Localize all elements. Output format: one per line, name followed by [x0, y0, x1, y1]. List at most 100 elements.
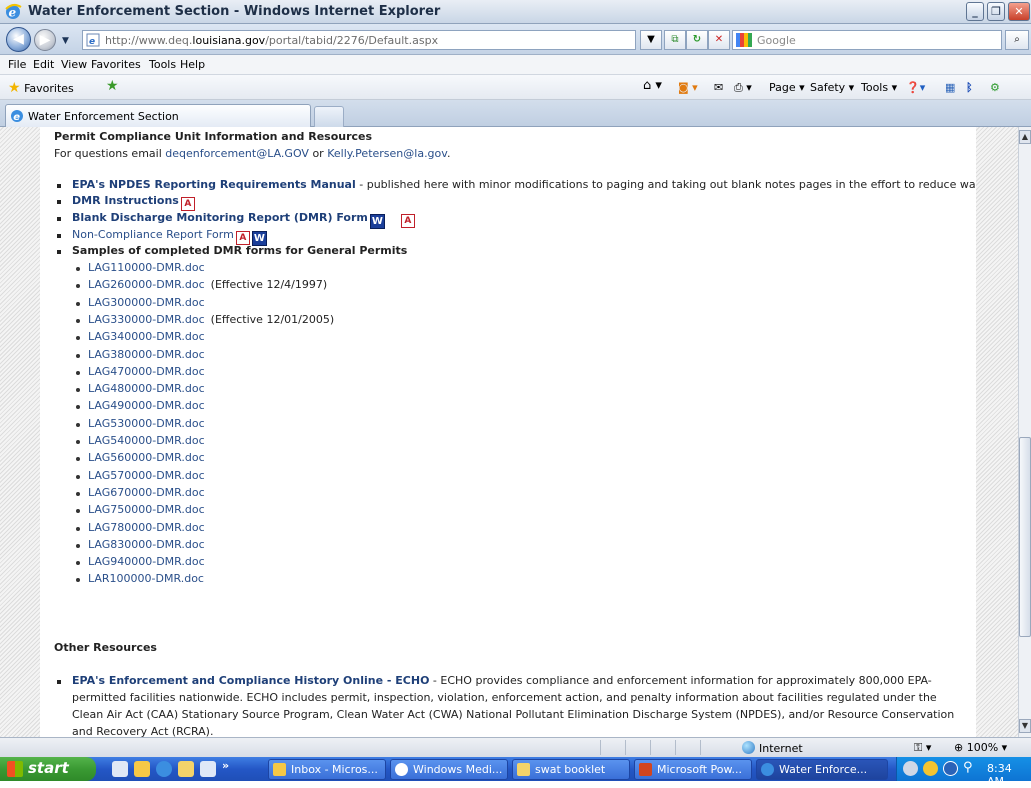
pdf-icon[interactable]: A [235, 231, 250, 245]
tray-icon[interactable] [903, 761, 918, 776]
sample-dmr-link[interactable]: LAG830000-DMR.doc [88, 538, 205, 551]
menu-help[interactable]: Help [180, 58, 205, 71]
bullet-dot [76, 388, 80, 393]
menu-view[interactable]: View [61, 58, 87, 71]
add-favorites-icon[interactable]: ★ [106, 78, 119, 94]
bullet [57, 680, 61, 684]
sample-dmr-link[interactable]: LAG340000-DMR.doc [88, 330, 205, 343]
taskbar-button-swat[interactable]: swat booklet [512, 759, 630, 780]
sample-dmr-link[interactable]: LAG570000-DMR.doc [88, 469, 205, 482]
tray-search-icon[interactable]: ⚲ [963, 760, 973, 775]
tab-water-enforcement[interactable]: e Water Enforcement Section [5, 104, 311, 127]
forward-button[interactable]: ▶ [34, 29, 56, 51]
sample-dmr-link[interactable]: LAG490000-DMR.doc [88, 399, 205, 412]
sample-dmr-link[interactable]: LAG110000-DMR.doc [88, 261, 205, 274]
word-doc-icon[interactable]: W [369, 214, 385, 229]
restore-button[interactable]: ❐ [987, 2, 1005, 21]
scroll-down-button[interactable]: ▼ [1019, 719, 1031, 733]
mail-icon[interactable]: ✉ [714, 81, 723, 94]
sample-dmr-link[interactable]: LAG560000-DMR.doc [88, 451, 205, 464]
pdf-icon[interactable]: A [180, 197, 195, 211]
menu-tools[interactable]: Tools [149, 58, 176, 71]
sample-dmr-link[interactable]: LAG260000-DMR.doc [88, 278, 205, 291]
help-icon[interactable]: ❓▾ [906, 81, 925, 94]
zoom-level[interactable]: ⊕ 100% ▾ [954, 741, 1007, 754]
compatibility-icon[interactable]: ⧉ [664, 30, 686, 50]
sample-dmr-link[interactable]: LAG780000-DMR.doc [88, 521, 205, 534]
recent-pages-dropdown[interactable]: ▼ [62, 36, 69, 46]
sample-dmr-link[interactable]: LAG540000-DMR.doc [88, 434, 205, 447]
menu-favorites[interactable]: Favorites [91, 58, 141, 71]
start-button[interactable]: start [0, 757, 96, 781]
home-icon[interactable]: ⌂ ▾ [643, 78, 662, 93]
favorites-button[interactable]: ★ Favorites [8, 80, 74, 96]
email-link-deq[interactable]: deqenforcement@LA.GOV [165, 147, 309, 160]
quicklaunch-ie-icon[interactable] [156, 761, 172, 777]
clock: 8:34 AM [987, 762, 1012, 788]
quicklaunch-icon[interactable] [134, 761, 150, 777]
address-toolbar: ◀ ▶ ▼ e http://www.deq.louisiana.gov/por… [0, 24, 1031, 55]
favorites-star-icon: ★ [8, 80, 21, 96]
bullet-dot [76, 474, 80, 479]
dmr-instructions-link[interactable]: DMR Instructions [72, 194, 179, 207]
taskbar-button-powerpoint[interactable]: Microsoft Pow... [634, 759, 752, 780]
quicklaunch-folder-icon[interactable] [178, 761, 194, 777]
quicklaunch-overflow[interactable]: » [222, 759, 229, 772]
pdf-icon[interactable]: A [400, 214, 415, 228]
taskbar-button-inbox[interactable]: Inbox - Micros... [268, 759, 386, 780]
menu-edit[interactable]: Edit [33, 58, 54, 71]
sample-dmr-link[interactable]: LAG750000-DMR.doc [88, 503, 205, 516]
npdes-manual-link[interactable]: EPA's NPDES Reporting Requirements Manua… [72, 178, 356, 191]
vertical-scrollbar[interactable]: ▲ ▼ [1018, 127, 1031, 737]
echo-link[interactable]: EPA's Enforcement and Compliance History… [72, 674, 429, 687]
page-menu[interactable]: Page ▾ [769, 81, 805, 94]
taskbar-button-media[interactable]: Windows Medi... [390, 759, 508, 780]
tray-icon[interactable] [923, 761, 938, 776]
sample-dmr-link[interactable]: LAG670000-DMR.doc [88, 486, 205, 499]
back-button[interactable]: ◀ [6, 27, 31, 52]
search-button[interactable]: ⌕ [1005, 30, 1029, 50]
search-input[interactable]: Google [732, 30, 1002, 50]
list-item: LAG780000-DMR.doc [88, 521, 205, 534]
email-link-petersen[interactable]: Kelly.Petersen@la.gov [327, 147, 447, 160]
new-tab-button[interactable] [314, 106, 344, 127]
close-button[interactable]: ✕ [1008, 2, 1030, 21]
address-dropdown[interactable]: ▼ [640, 30, 662, 50]
protected-mode-icon[interactable]: ⚿ ▾ [914, 741, 931, 755]
sample-dmr-link[interactable]: LAG330000-DMR.doc [88, 313, 205, 326]
list-item: LAG490000-DMR.doc [88, 399, 205, 412]
sample-dmr-link[interactable]: LAG300000-DMR.doc [88, 296, 205, 309]
refresh-icon[interactable]: ↻ [686, 30, 708, 50]
blank-dmr-form-link[interactable]: Blank Discharge Monitoring Report (DMR) … [72, 211, 368, 224]
address-bar[interactable]: e http://www.deq.louisiana.gov/portal/ta… [82, 30, 636, 50]
bullet-dot [76, 457, 80, 462]
list-item-dmr-instructions: DMR Instructions A [72, 194, 195, 211]
sample-dmr-link[interactable]: LAG530000-DMR.doc [88, 417, 205, 430]
scroll-thumb[interactable] [1019, 437, 1031, 637]
sample-dmr-link[interactable]: LAR100000-DMR.doc [88, 572, 204, 585]
sample-dmr-link[interactable]: LAG940000-DMR.doc [88, 555, 205, 568]
noncompliance-form-link[interactable]: Non-Compliance Report Form [72, 228, 234, 241]
tools-menu[interactable]: Tools ▾ [861, 81, 897, 94]
research-icon[interactable]: ▦ [945, 81, 955, 94]
print-icon[interactable]: ⎙ ▾ [734, 81, 752, 95]
left-border-decoration [0, 127, 40, 737]
list-item: LAG300000-DMR.doc [88, 296, 205, 309]
sample-dmr-link[interactable]: LAG470000-DMR.doc [88, 365, 205, 378]
minimize-button[interactable]: _ [966, 2, 984, 21]
menu-file[interactable]: File [8, 58, 26, 71]
bullet-dot [76, 509, 80, 514]
scroll-up-button[interactable]: ▲ [1019, 130, 1031, 144]
quicklaunch-icon[interactable] [112, 761, 128, 777]
safety-menu[interactable]: Safety ▾ [810, 81, 854, 94]
sample-dmr-link[interactable]: LAG480000-DMR.doc [88, 382, 205, 395]
stop-icon[interactable]: ✕ [708, 30, 730, 50]
sample-dmr-link[interactable]: LAG380000-DMR.doc [88, 348, 205, 361]
list-item: LAG470000-DMR.doc [88, 365, 205, 378]
bluetooth-icon[interactable]: ᛒ [966, 81, 973, 94]
feeds-icon[interactable]: ◙ ▾ [678, 81, 698, 94]
addon-icon[interactable]: ⚙ [990, 81, 1000, 94]
taskbar-button-ie[interactable]: Water Enforce... [756, 759, 888, 780]
show-desktop-icon[interactable] [200, 761, 216, 777]
tray-icon[interactable] [943, 761, 958, 776]
